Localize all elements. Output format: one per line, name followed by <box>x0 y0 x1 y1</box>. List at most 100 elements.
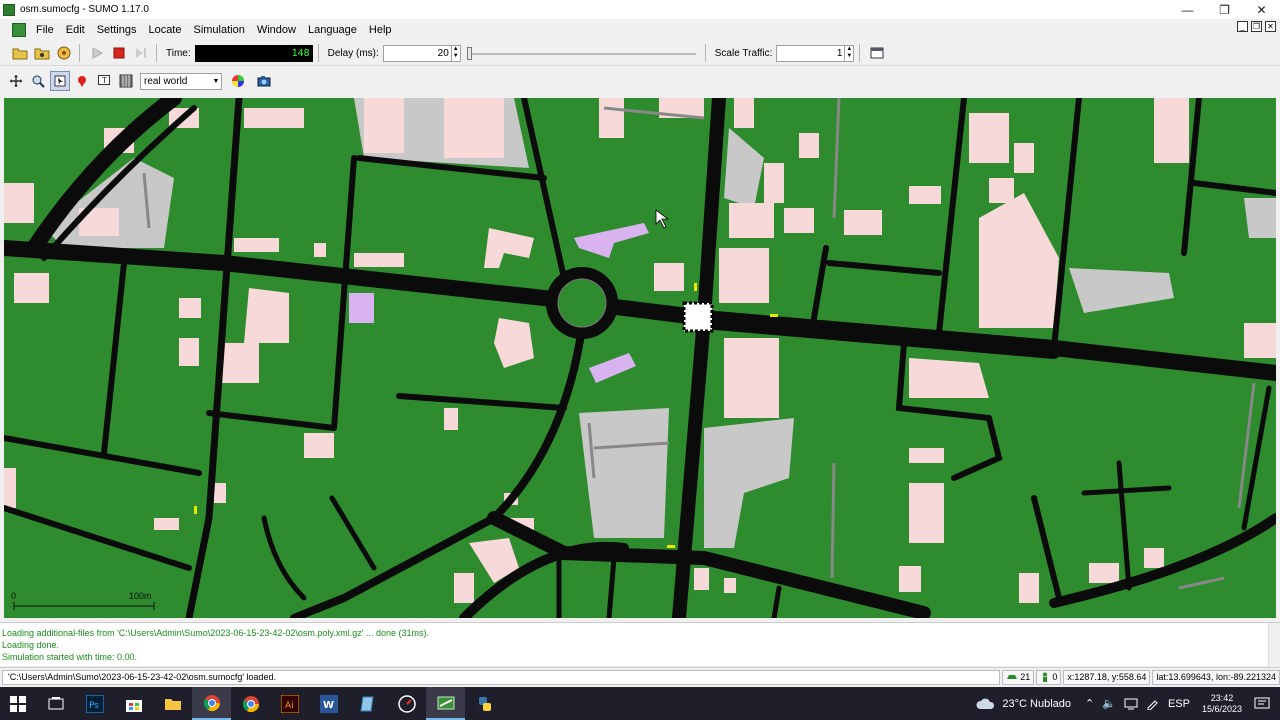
log-line: Simulation started with time: 0.00. <box>2 652 138 662</box>
gaming-button[interactable] <box>116 71 136 91</box>
color-scheme-select[interactable]: real world ▼ <box>140 72 222 90</box>
roundabout <box>546 267 618 339</box>
folder-open-icon <box>12 48 28 60</box>
delay-value: 20 <box>437 47 449 59</box>
pen-icon[interactable] <box>1146 698 1158 710</box>
cursor-select-icon <box>54 75 66 87</box>
spinner-arrows-icon[interactable]: ▲ ▼ <box>450 45 460 61</box>
task-view-icon <box>48 696 63 709</box>
weather-text[interactable]: 23°C Nublado <box>1002 698 1071 710</box>
toolbar-separator <box>317 44 319 62</box>
chrome-taskbar-icon[interactable] <box>192 687 231 720</box>
log-line: Loading done. <box>2 640 60 650</box>
input-language[interactable]: ESP <box>1168 698 1190 710</box>
maximize-button[interactable]: ❐ <box>1206 0 1243 19</box>
person-count[interactable]: 0 <box>1036 669 1062 685</box>
open-simulation-button[interactable] <box>10 43 30 63</box>
reload-icon <box>57 46 71 60</box>
app-taskbar-icon[interactable] <box>387 687 426 720</box>
run-button[interactable] <box>87 43 107 63</box>
clock-date: 15/6/2023 <box>1201 703 1242 714</box>
color-wheel-icon <box>232 75 244 87</box>
illustrator-taskbar-icon[interactable]: Ai <box>270 687 309 720</box>
photoshop-taskbar-icon[interactable]: Ps <box>75 687 114 720</box>
reload-button[interactable] <box>54 43 74 63</box>
menu-language[interactable]: Language <box>302 24 363 36</box>
menu-simulation[interactable]: Simulation <box>187 24 250 36</box>
recenter-view-button[interactable] <box>6 71 26 91</box>
time-label: Time: <box>166 47 191 59</box>
slider-thumb[interactable] <box>466 46 472 60</box>
mdi-close-button[interactable]: ✕ <box>1265 21 1276 32</box>
map-canvas[interactable]: 0 100m <box>4 98 1276 618</box>
step-icon <box>136 48 146 58</box>
menu-help[interactable]: Help <box>363 24 398 36</box>
task-view-button[interactable] <box>36 687 75 720</box>
locate-vehicle-button[interactable] <box>72 71 92 91</box>
junction <box>682 301 714 333</box>
status-bar: 'C:\Users\Admin\Sumo\2023-06-15-23-42-02… <box>0 667 1280 686</box>
windows-logo-icon <box>10 695 26 712</box>
edit-coloring-button[interactable] <box>228 71 248 91</box>
network-icon[interactable] <box>1124 698 1138 710</box>
notepad-taskbar-icon[interactable] <box>348 687 387 720</box>
spinner-arrows-icon[interactable]: ▲ ▼ <box>844 45 853 61</box>
close-button[interactable]: ✕ <box>1243 0 1280 19</box>
sumo-taskbar-icon[interactable] <box>426 687 465 720</box>
vehicle-count[interactable]: 21 <box>1002 669 1035 685</box>
grid-icon <box>119 74 133 88</box>
camera-icon <box>257 76 271 87</box>
screenshot-button[interactable] <box>254 71 274 91</box>
vehicle-count-value: 21 <box>1020 671 1031 682</box>
road-network[interactable] <box>4 98 1276 618</box>
delay-label: Delay (ms): <box>327 47 379 59</box>
clock[interactable]: 23:42 15/6/2023 <box>1202 693 1242 715</box>
stop-button[interactable] <box>109 43 129 63</box>
zoom-button[interactable] <box>28 71 48 91</box>
menu-file[interactable]: File <box>30 24 60 36</box>
store-taskbar-icon[interactable] <box>114 687 153 720</box>
log-line: Loading additional-files from 'C:\Users\… <box>2 628 429 638</box>
locate-button[interactable] <box>50 71 70 91</box>
edit-chosen-button[interactable] <box>867 43 887 63</box>
magnifier-icon <box>32 75 45 88</box>
start-button[interactable] <box>0 687 36 720</box>
mdi-minimize-button[interactable]: _ <box>1237 21 1248 32</box>
step-button[interactable] <box>131 43 151 63</box>
scale-traffic-spinner[interactable]: 1 ▲ ▼ <box>776 44 855 62</box>
document-icon <box>12 22 26 37</box>
move-icon <box>10 75 22 87</box>
scale-end-label: 100m <box>129 591 152 601</box>
view-toolbar: T real world ▼ <box>0 68 1280 94</box>
menu-settings[interactable]: Settings <box>91 24 143 36</box>
speedometer-icon <box>397 694 416 713</box>
window-title: osm.sumocfg - SUMO 1.17.0 <box>20 4 149 15</box>
minimize-button[interactable]: — <box>1169 0 1206 19</box>
person-icon <box>1043 672 1048 682</box>
delay-spinner[interactable]: 20 ▲ ▼ <box>382 44 461 62</box>
notepad-icon <box>359 696 374 711</box>
menu-bar: File Edit Settings Locate Simulation Win… <box>0 19 1280 40</box>
chevron-up-icon[interactable]: ⌃ <box>1085 697 1094 710</box>
scale-start-label: 0 <box>11 591 17 601</box>
log-scrollbar[interactable] <box>1268 623 1280 667</box>
file-explorer-taskbar-icon[interactable] <box>153 687 192 720</box>
windows-taskbar: Ps Ai W 23°C Nublado ⌃ 🔈 ESP 23:42 15/6/… <box>0 687 1280 720</box>
tooltip-button[interactable]: T <box>94 71 114 91</box>
chevron-down-icon: ▼ <box>212 77 220 85</box>
open-network-button[interactable] <box>32 43 52 63</box>
menu-edit[interactable]: Edit <box>60 24 91 36</box>
mdi-restore-button[interactable]: ❐ <box>1251 21 1262 32</box>
menu-locate[interactable]: Locate <box>142 24 187 36</box>
word-taskbar-icon[interactable]: W <box>309 687 348 720</box>
cloud-icon <box>976 698 995 709</box>
menu-window[interactable]: Window <box>251 24 302 36</box>
message-log: Loading additional-files from 'C:\Users\… <box>0 622 1280 667</box>
delay-slider[interactable] <box>465 45 700 62</box>
cursor-coordinates: x:1287.18, y:558.64 <box>1063 669 1151 685</box>
chrome-profile-taskbar-icon[interactable] <box>231 687 270 720</box>
notifications-icon[interactable] <box>1254 697 1270 711</box>
toolbar-separator <box>156 44 157 62</box>
speaker-icon[interactable]: 🔈 <box>1102 697 1116 710</box>
python-taskbar-icon[interactable] <box>465 687 504 720</box>
